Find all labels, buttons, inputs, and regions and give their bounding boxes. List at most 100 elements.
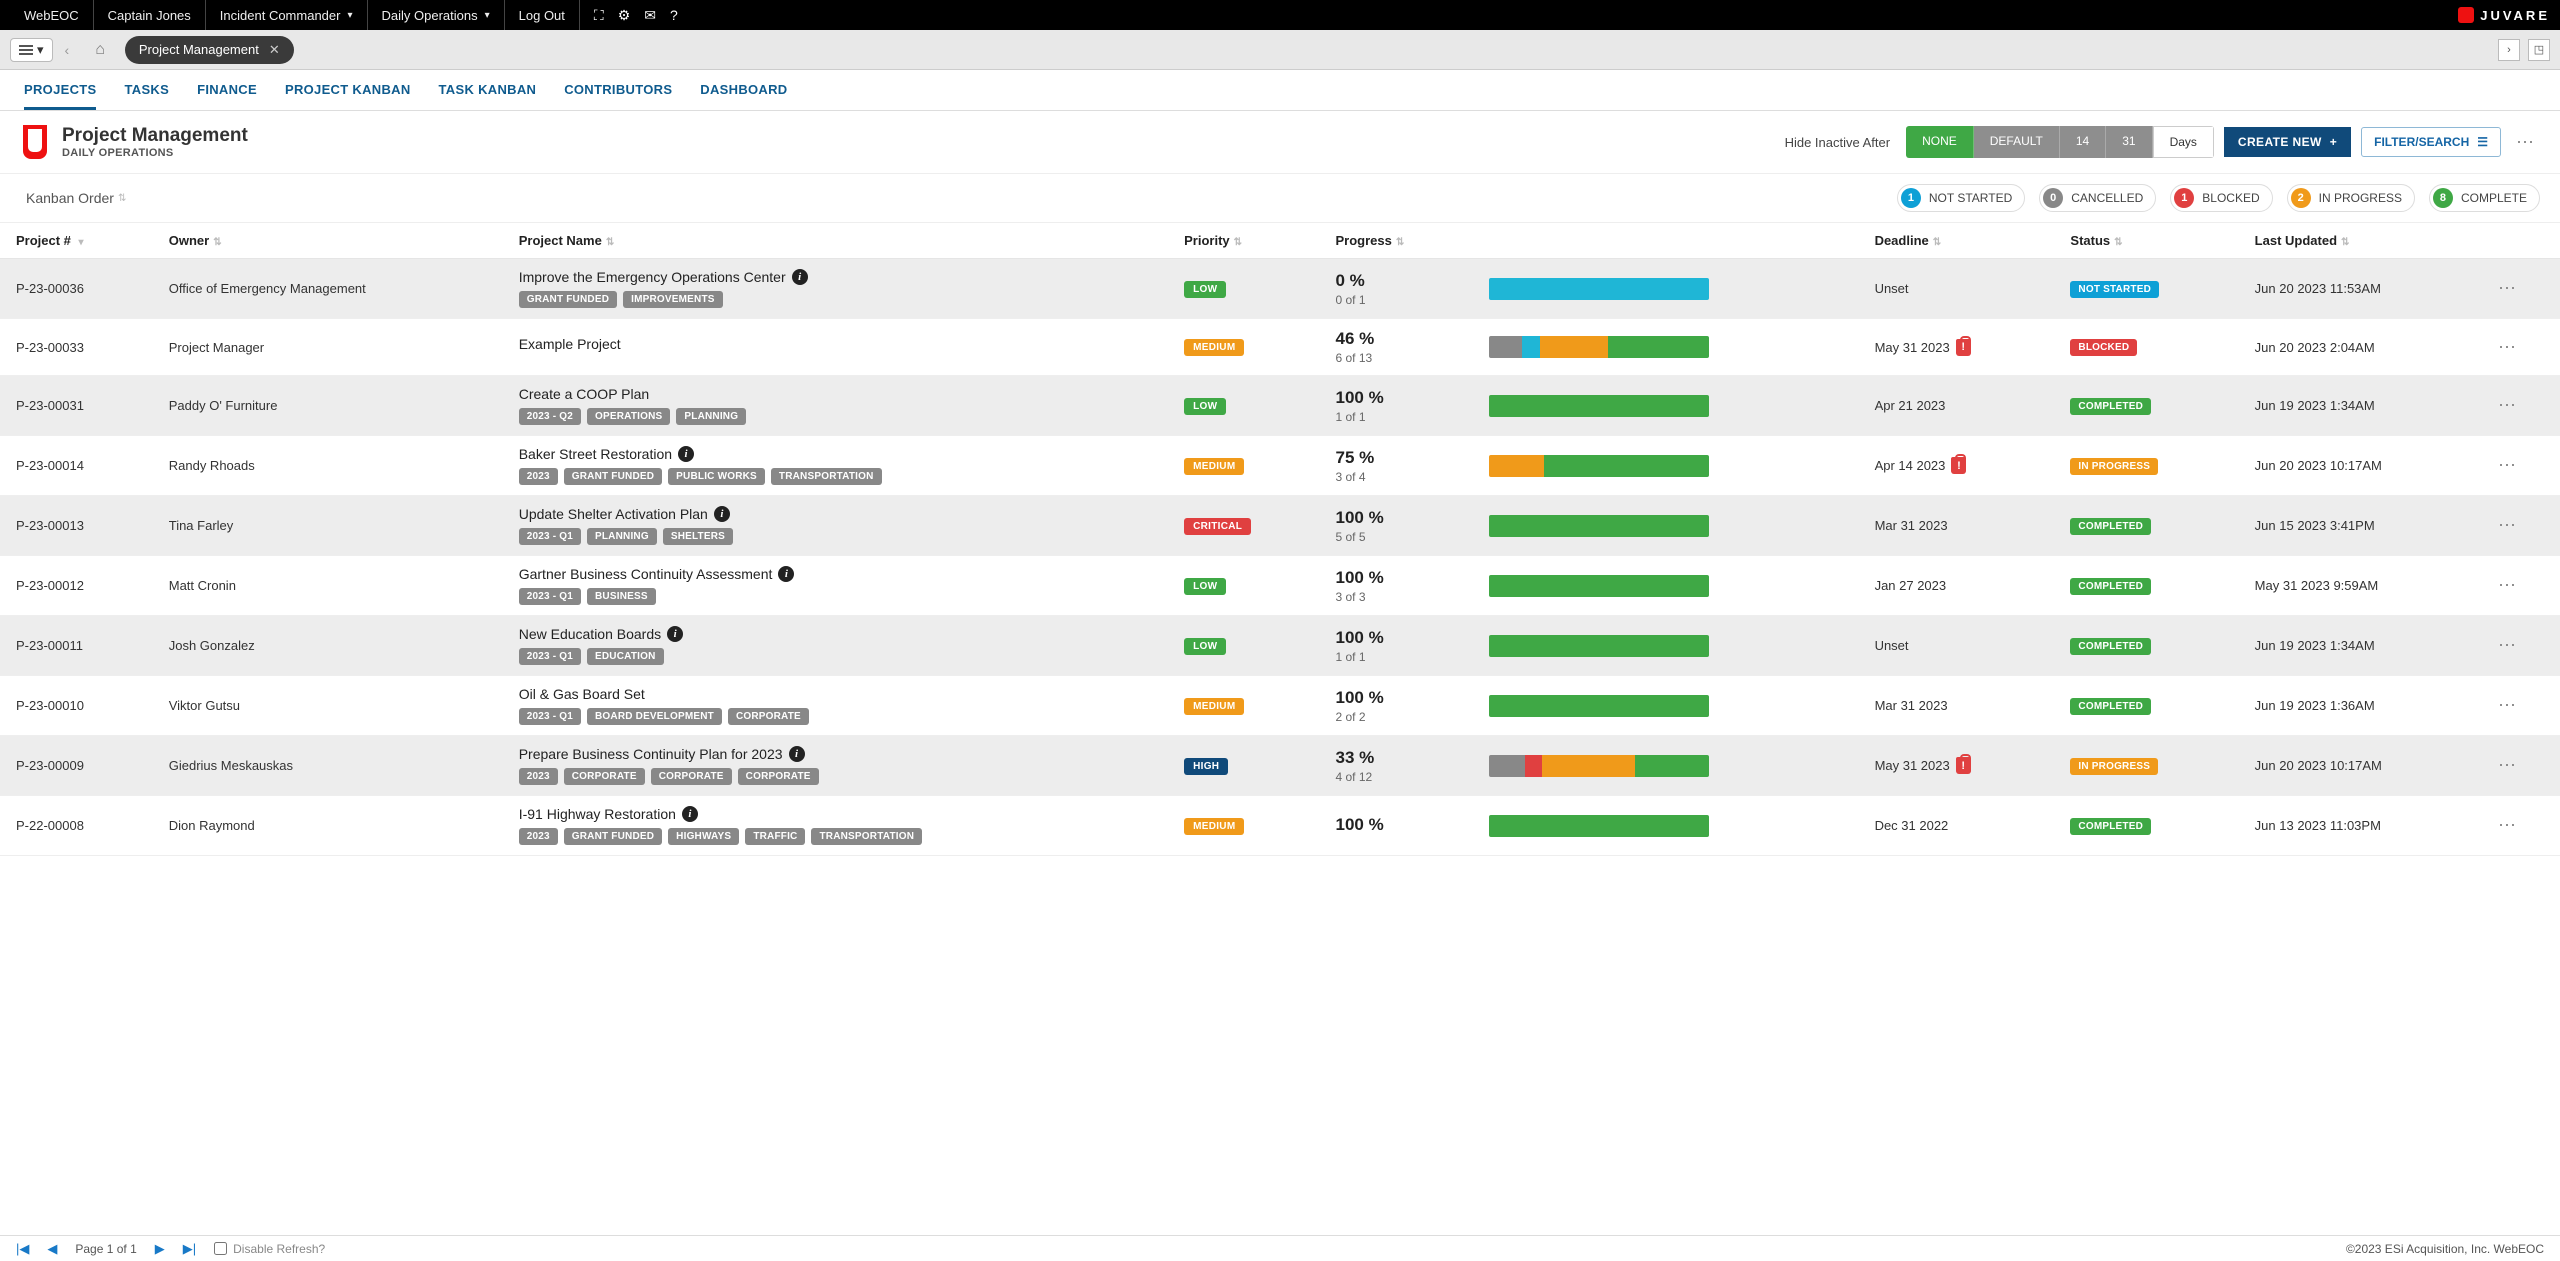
gear-icon[interactable]: ⚙ [618, 7, 631, 24]
status-pill[interactable]: 0CANCELLED [2039, 184, 2156, 212]
table-row[interactable]: P-22-00008 Dion Raymond I-91 Highway Res… [0, 796, 2560, 856]
row-more-icon[interactable]: ⋯ [2498, 815, 2517, 835]
col-deadline[interactable]: Deadline⇅ [1859, 223, 2055, 259]
seg-14[interactable]: 14 [2060, 126, 2106, 158]
seg-days[interactable]: Days [2153, 126, 2214, 158]
table-row[interactable]: P-23-00031 Paddy O' Furniture Create a C… [0, 376, 2560, 436]
seg-31[interactable]: 31 [2106, 126, 2152, 158]
cell-bar [1473, 676, 1858, 736]
row-more-icon[interactable]: ⋯ [2498, 755, 2517, 775]
info-icon[interactable]: i [792, 269, 808, 285]
fullscreen-icon[interactable]: ⛶ [594, 7, 604, 24]
cell-owner: Josh Gonzalez [153, 616, 503, 676]
tab-task-kanban[interactable]: TASK KANBAN [439, 82, 537, 110]
nav-forward[interactable]: › [2498, 39, 2520, 61]
status-pill[interactable]: 8COMPLETE [2429, 184, 2540, 212]
col-actions [2482, 223, 2560, 259]
disable-refresh[interactable]: Disable Refresh? [214, 1242, 325, 1256]
cell-priority: LOW [1168, 616, 1319, 676]
table-row[interactable]: P-23-00011 Josh Gonzalez New Education B… [0, 616, 2560, 676]
cell-bar [1473, 736, 1858, 796]
seg-default[interactable]: DEFAULT [1974, 126, 2060, 158]
table-row[interactable]: P-23-00012 Matt Cronin Gartner Business … [0, 556, 2560, 616]
tab-dashboard[interactable]: DASHBOARD [700, 82, 787, 110]
create-new-button[interactable]: CREATE NEW+ [2224, 127, 2351, 157]
app-name[interactable]: WebEOC [10, 0, 94, 30]
menu-button[interactable]: ▾ [10, 38, 53, 62]
tab-chip[interactable]: Project Management ✕ [125, 36, 294, 64]
info-icon[interactable]: i [778, 566, 794, 582]
page-prev-icon[interactable]: ◀ [47, 1241, 57, 1257]
filter-search-button[interactable]: FILTER/SEARCH☰ [2361, 127, 2501, 157]
table-row[interactable]: P-23-00009 Giedrius Meskauskas Prepare B… [0, 736, 2560, 796]
status-pill[interactable]: 1BLOCKED [2170, 184, 2272, 212]
cell-updated: May 31 2023 9:59AM [2239, 556, 2482, 616]
row-more-icon[interactable]: ⋯ [2498, 515, 2517, 535]
col-status[interactable]: Status⇅ [2054, 223, 2238, 259]
nav-back[interactable]: ‹ [59, 42, 76, 58]
tab-tasks[interactable]: TASKS [124, 82, 169, 110]
role-dropdown[interactable]: Incident Commander [206, 0, 368, 30]
table-row[interactable]: P-23-00014 Randy Rhoads Baker Street Res… [0, 436, 2560, 496]
cell-progress: 75 %3 of 4 [1319, 436, 1473, 496]
info-icon[interactable]: i [667, 626, 683, 642]
tab-project-kanban[interactable]: PROJECT KANBAN [285, 82, 411, 110]
row-more-icon[interactable]: ⋯ [2498, 695, 2517, 715]
page-next-icon[interactable]: ▶ [155, 1241, 165, 1257]
inbox-icon[interactable]: ✉ [644, 7, 656, 24]
table-row[interactable]: P-23-00013 Tina Farley Update Shelter Ac… [0, 496, 2560, 556]
col-priority[interactable]: Priority⇅ [1168, 223, 1319, 259]
priority-badge: MEDIUM [1184, 339, 1244, 356]
info-icon[interactable]: i [678, 446, 694, 462]
row-more-icon[interactable]: ⋯ [2498, 455, 2517, 475]
close-tab-icon[interactable]: ✕ [269, 42, 280, 58]
col-project-num[interactable]: Project # ▾ [0, 223, 153, 259]
pill-count: 8 [2433, 188, 2453, 208]
tab-contributors[interactable]: CONTRIBUTORS [564, 82, 672, 110]
user-name[interactable]: Captain Jones [94, 0, 206, 30]
help-icon[interactable]: ? [670, 7, 678, 23]
kanban-order[interactable]: Kanban Order⇅ [26, 190, 126, 206]
status-pill[interactable]: 1NOT STARTED [1897, 184, 2025, 212]
row-more-icon[interactable]: ⋯ [2498, 337, 2517, 357]
tab-projects[interactable]: PROJECTS [24, 82, 96, 110]
col-project-name[interactable]: Project Name⇅ [503, 223, 1168, 259]
info-icon[interactable]: i [714, 506, 730, 522]
table-row[interactable]: P-23-00010 Viktor Gutsu Oil & Gas Board … [0, 676, 2560, 736]
table-row[interactable]: P-23-00033 Project Manager Example Proje… [0, 319, 2560, 376]
status-pill[interactable]: 2IN PROGRESS [2287, 184, 2415, 212]
header-more-icon[interactable]: ⋯ [2511, 132, 2540, 153]
popout-icon[interactable]: ◳ [2528, 39, 2550, 61]
table-wrap[interactable]: Project # ▾ Owner⇅ Project Name⇅ Priorit… [0, 223, 2560, 1224]
table-row[interactable]: P-23-00036 Office of Emergency Managemen… [0, 259, 2560, 319]
cell-priority: MEDIUM [1168, 436, 1319, 496]
info-icon[interactable]: i [789, 746, 805, 762]
seg-none[interactable]: NONE [1906, 126, 1974, 158]
progress-bar [1489, 455, 1709, 477]
progress-bar [1489, 575, 1709, 597]
graybar-right: › ◳ [2498, 39, 2550, 61]
cell-actions: ⋯ [2482, 496, 2560, 556]
home-icon[interactable]: ⌂ [81, 41, 119, 59]
juvare-icon [2458, 7, 2474, 23]
sort-icon: ⇅ [118, 193, 126, 204]
progress-bar [1489, 515, 1709, 537]
disable-refresh-checkbox[interactable] [214, 1242, 227, 1255]
tab-finance[interactable]: FINANCE [197, 82, 257, 110]
info-icon[interactable]: i [682, 806, 698, 822]
context-dropdown[interactable]: Daily Operations [368, 0, 505, 30]
page-last-icon[interactable]: ▶| [183, 1241, 196, 1257]
cell-deadline: Apr 14 2023! [1859, 436, 2055, 496]
row-more-icon[interactable]: ⋯ [2498, 395, 2517, 415]
cell-deadline: Mar 31 2023 [1859, 496, 2055, 556]
tag: CORPORATE [651, 768, 732, 785]
row-more-icon[interactable]: ⋯ [2498, 635, 2517, 655]
col-updated[interactable]: Last Updated⇅ [2239, 223, 2482, 259]
col-progress[interactable]: Progress⇅ [1319, 223, 1473, 259]
cell-status: COMPLETED [2054, 796, 2238, 856]
col-owner[interactable]: Owner⇅ [153, 223, 503, 259]
row-more-icon[interactable]: ⋯ [2498, 575, 2517, 595]
page-first-icon[interactable]: |◀ [16, 1241, 29, 1257]
row-more-icon[interactable]: ⋯ [2498, 278, 2517, 298]
logout-link[interactable]: Log Out [505, 0, 580, 30]
